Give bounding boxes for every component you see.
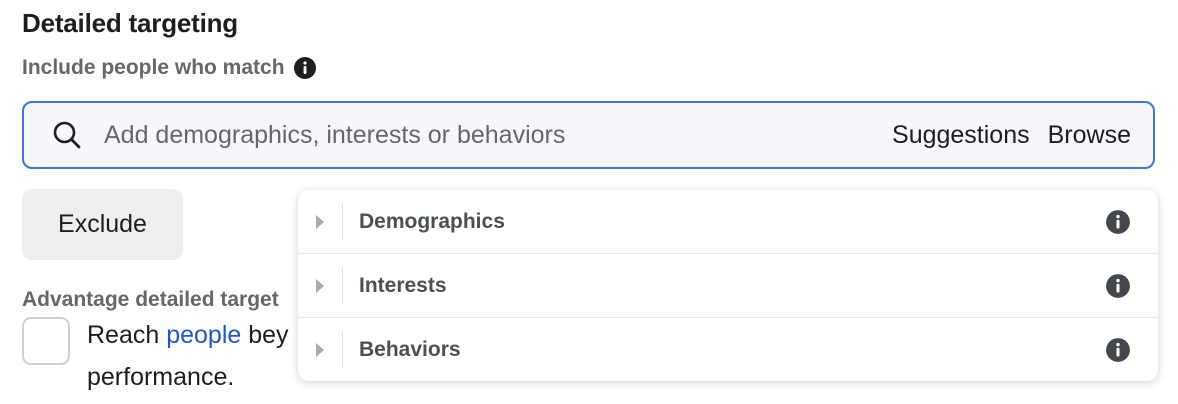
caret-right-icon[interactable] [298, 190, 342, 253]
row-divider [342, 267, 343, 304]
advantage-checkbox[interactable] [22, 317, 70, 365]
dropdown-item-label: Behaviors [359, 337, 461, 361]
advantage-description: Reach people bey [87, 321, 289, 350]
caret-right-icon[interactable] [298, 254, 342, 317]
info-icon[interactable] [293, 56, 317, 80]
browse-dropdown: Demographics Interests Behaviors [298, 190, 1158, 381]
dropdown-item-interests[interactable]: Interests [298, 254, 1158, 318]
row-divider [342, 331, 343, 368]
include-people-row: Include people who match [22, 56, 317, 80]
targeting-search-box[interactable]: Suggestions Browse [22, 101, 1155, 169]
dropdown-item-behaviors[interactable]: Behaviors [298, 318, 1158, 381]
dropdown-item-label: Interests [359, 273, 447, 297]
suggestions-link[interactable]: Suggestions [892, 121, 1030, 150]
include-people-label: Include people who match [22, 56, 285, 79]
people-link[interactable]: people [166, 321, 241, 349]
advantage-text-suffix: bey [241, 321, 289, 349]
info-icon[interactable] [1098, 209, 1138, 235]
caret-right-icon[interactable] [298, 318, 342, 381]
advantage-text-prefix: Reach [87, 321, 167, 349]
targeting-search-input[interactable] [102, 114, 875, 156]
dropdown-item-demographics[interactable]: Demographics [298, 190, 1158, 254]
info-icon[interactable] [1098, 273, 1138, 299]
exclude-button[interactable]: Exclude [22, 189, 183, 260]
row-divider [342, 203, 343, 240]
info-icon[interactable] [1098, 337, 1138, 363]
advantage-detailed-targeting-heading: Advantage detailed target [22, 288, 279, 311]
detailed-targeting-title: Detailed targeting [22, 8, 238, 38]
browse-link[interactable]: Browse [1048, 121, 1131, 150]
advantage-description-line2: performance. [87, 363, 235, 391]
dropdown-item-label: Demographics [359, 209, 505, 233]
search-icon [50, 118, 84, 152]
